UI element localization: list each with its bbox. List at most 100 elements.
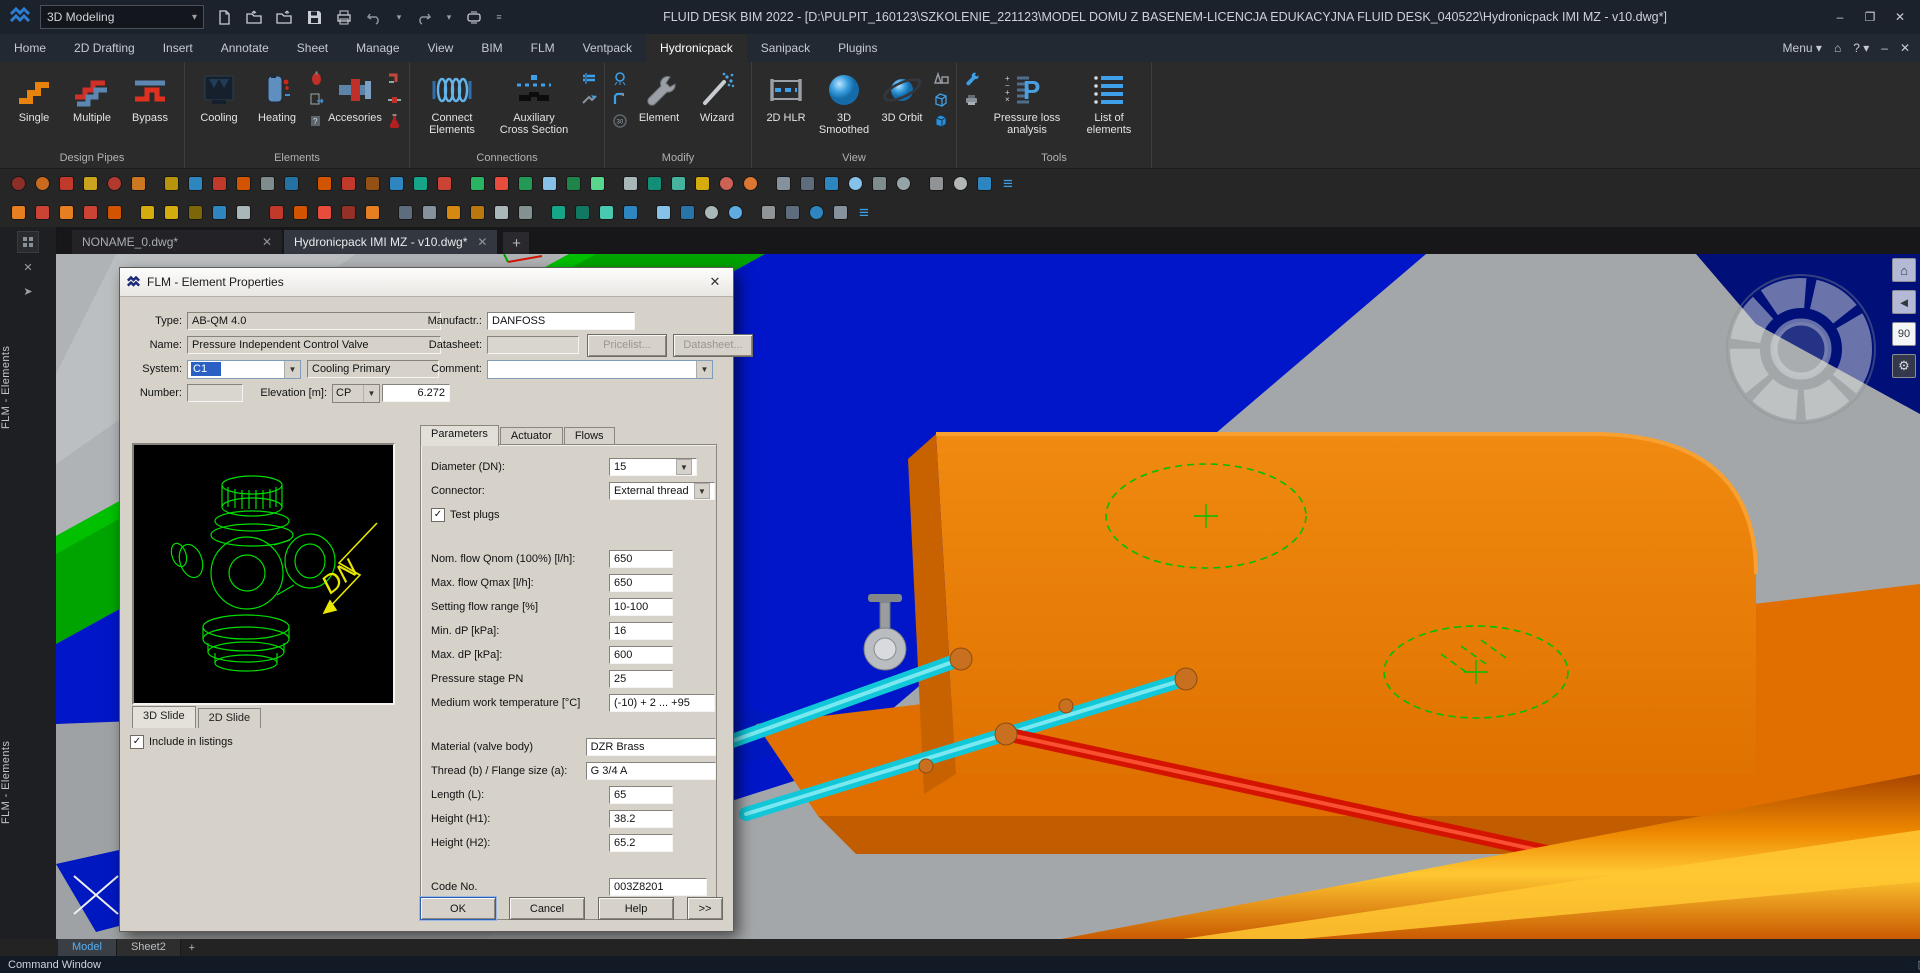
wizard-button[interactable]: Wizard	[689, 66, 745, 124]
type-field[interactable]: AB-QM 4.0	[187, 312, 441, 330]
param-field[interactable]: External thread▼	[609, 482, 715, 500]
bypass-button[interactable]: Bypass	[122, 66, 178, 124]
2d-hlr-button[interactable]: 2D HLR	[758, 66, 814, 124]
elevation-value-field[interactable]: 6.272	[382, 384, 450, 402]
param-field[interactable]: 15▼	[609, 458, 697, 476]
test-plugs-checkbox[interactable]: ✓	[431, 508, 445, 522]
shower-tool-icon[interactable]	[611, 69, 629, 87]
slide-tab[interactable]: 3D Slide	[132, 706, 196, 728]
flex-connection-icon[interactable]	[580, 90, 598, 108]
document-tab[interactable]: Hydronicpack IMI MZ - v10.dwg* ✕	[284, 230, 497, 254]
ribbon-minimize-button[interactable]: –	[1881, 41, 1888, 55]
param-field[interactable]: 600▼	[609, 646, 673, 664]
toolbar-icon[interactable]	[609, 172, 618, 196]
menu-button[interactable]: Menu ▾	[1783, 41, 1822, 55]
parameter-tab[interactable]: Parameters	[420, 425, 499, 446]
ribbon-tab[interactable]: Annotate	[207, 34, 283, 62]
import-file-button[interactable]	[274, 7, 294, 27]
toolbar-icon[interactable]	[675, 201, 699, 225]
cube-wireframe-icon[interactable]	[932, 90, 950, 108]
auxiliary-cross-section-button[interactable]: Auxiliary Cross Section	[490, 66, 578, 136]
redo-button[interactable]	[414, 7, 434, 27]
param-field[interactable]: 10-100▼	[609, 598, 673, 616]
undo-dropdown-arrow[interactable]: ▾	[394, 7, 404, 27]
toolbar-icon[interactable]	[150, 172, 159, 196]
toolbar-icon[interactable]	[924, 172, 948, 196]
toolbar-icon[interactable]	[618, 172, 642, 196]
toolbar-icon[interactable]	[255, 201, 264, 225]
toolbar-icon[interactable]	[828, 201, 852, 225]
param-field[interactable]: 38.2▼	[609, 810, 673, 828]
palette-grid-icon[interactable]	[17, 231, 39, 253]
pressure-loss-analysis-button[interactable]: +−+×P Pressure loss analysis	[983, 66, 1071, 136]
pipe-connection-icon[interactable]	[580, 69, 598, 87]
toolbar-icon[interactable]	[231, 172, 255, 196]
toolbar-icon[interactable]	[666, 172, 690, 196]
toolbar-icon[interactable]	[537, 201, 546, 225]
palette-close-icon[interactable]: ✕	[18, 257, 38, 277]
param-field[interactable]: 16▼	[609, 622, 673, 640]
toolbar-icon[interactable]	[279, 172, 303, 196]
add-layout-button[interactable]: +	[181, 942, 203, 954]
viewport-settings-gear-icon[interactable]: ⚙	[1892, 354, 1916, 378]
element-preview-slide[interactable]: DN	[132, 443, 395, 705]
dialog-button[interactable]: Help	[598, 897, 674, 920]
multiple-pipes-button[interactable]: Multiple	[64, 66, 120, 124]
valve-fitting-icon[interactable]	[385, 90, 403, 108]
cooling-button[interactable]: Cooling	[191, 66, 247, 124]
toolbar-icon[interactable]	[771, 172, 795, 196]
toolbar-icon[interactable]	[312, 172, 336, 196]
toolbar-icon[interactable]	[102, 172, 126, 196]
datasheet-field[interactable]	[487, 336, 579, 354]
ribbon-tab[interactable]: Insert	[149, 34, 207, 62]
save-button[interactable]	[304, 7, 324, 27]
ribbon-tab[interactable]: Hydronicpack	[646, 34, 747, 62]
toolbar-icon[interactable]	[714, 172, 738, 196]
toolbar-icon[interactable]	[441, 201, 465, 225]
toolbar-icon[interactable]	[762, 172, 771, 196]
ribbon-tab[interactable]: View	[414, 34, 468, 62]
param-field[interactable]: G 3/4 A▼	[586, 762, 716, 780]
toolbar-icon[interactable]	[360, 172, 384, 196]
param-field[interactable]: 650▼	[609, 550, 673, 568]
solids-icon[interactable]	[932, 69, 950, 87]
rotate-30-icon[interactable]: 30	[611, 111, 629, 129]
toolbar-icon[interactable]: ≡	[996, 172, 1020, 196]
toolbar-icon[interactable]: ≡	[852, 201, 876, 225]
toolbar-icon[interactable]	[891, 172, 915, 196]
toolbar-icon[interactable]	[231, 201, 255, 225]
toolbar-icon[interactable]	[795, 172, 819, 196]
home-icon[interactable]: ⌂	[1834, 41, 1841, 55]
heating-button[interactable]: Heating	[249, 66, 305, 124]
toolbar-icon[interactable]	[408, 172, 432, 196]
toolbar-icon[interactable]	[54, 201, 78, 225]
toolbar-icon[interactable]	[513, 201, 537, 225]
toolbar-icon[interactable]	[642, 201, 651, 225]
toolbar-icon[interactable]	[312, 201, 336, 225]
dosing-flask-icon[interactable]	[385, 111, 403, 129]
copy-element-icon[interactable]	[307, 90, 325, 108]
toolbar-icon[interactable]	[465, 201, 489, 225]
toolbar-icon[interactable]	[30, 201, 54, 225]
toolbar-icon[interactable]	[288, 201, 312, 225]
number-field[interactable]	[187, 384, 243, 402]
toolbar-icon[interactable]	[384, 201, 393, 225]
toolbar-icon[interactable]	[594, 201, 618, 225]
toolbar-icon[interactable]	[585, 172, 609, 196]
minimize-button[interactable]: –	[1826, 5, 1854, 29]
new-document-tab-button[interactable]: +	[503, 232, 529, 254]
help-button[interactable]: ? ▾	[1853, 41, 1869, 55]
name-field[interactable]: Pressure Independent Control Valve	[187, 336, 441, 354]
3d-orbit-button[interactable]: 3D Orbit	[874, 66, 930, 124]
toolbar-icon[interactable]	[126, 172, 150, 196]
toolbar-icon[interactable]	[948, 172, 972, 196]
param-field[interactable]: 25▼	[609, 670, 673, 688]
slide-tab[interactable]: 2D Slide	[198, 708, 262, 728]
toolbar-icon[interactable]	[432, 172, 456, 196]
toolbar-icon[interactable]	[723, 201, 747, 225]
toolbar-icon[interactable]	[489, 172, 513, 196]
cube-solid-icon[interactable]	[932, 111, 950, 129]
system-combobox[interactable]: C1 ▼	[187, 360, 301, 379]
document-tab[interactable]: NONAME_0.dwg* ✕	[72, 230, 282, 254]
ribbon-close-button[interactable]: ✕	[1900, 41, 1910, 55]
